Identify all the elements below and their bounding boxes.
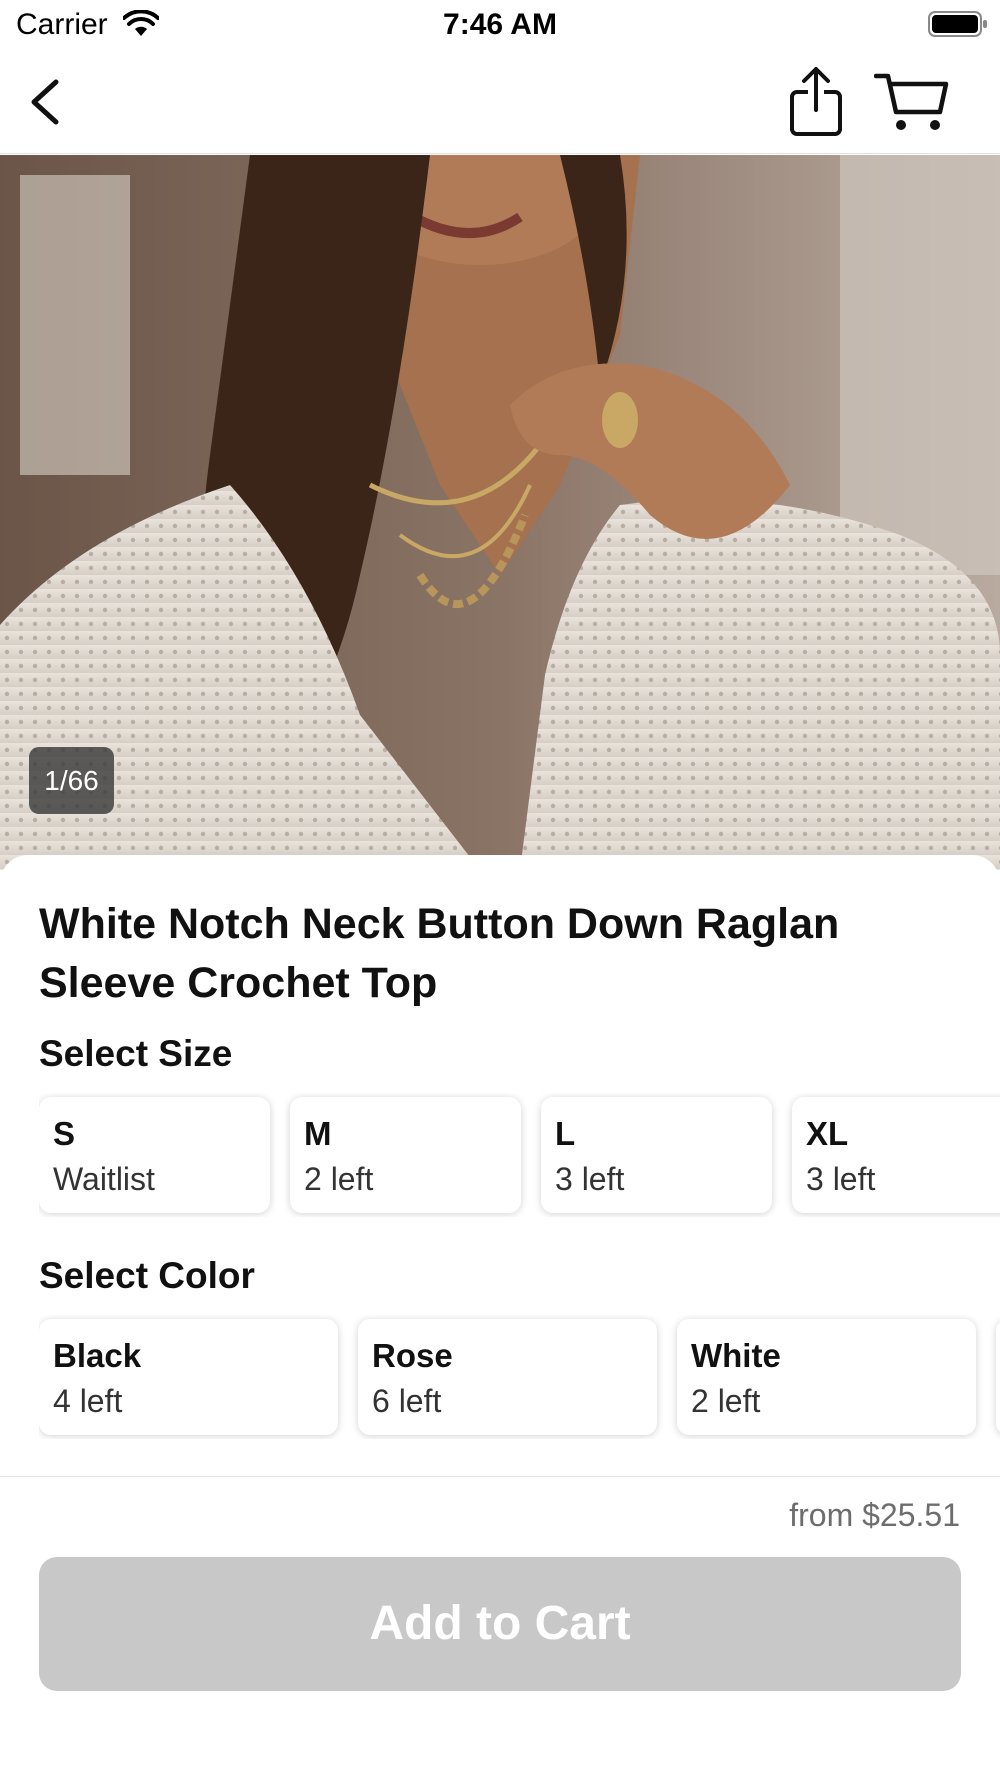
photo-counter: 1/66 <box>29 747 114 814</box>
color-stock: 6 left <box>372 1383 442 1419</box>
size-name: M <box>304 1115 332 1152</box>
nav-bar <box>0 52 1000 154</box>
size-stock: Waitlist <box>53 1161 155 1197</box>
status-bar: Carrier 7:46 AM <box>0 0 1000 50</box>
size-name: XL <box>806 1115 849 1152</box>
color-option-rose[interactable]: Rose 6 left <box>358 1319 657 1435</box>
size-options: S Waitlist M 2 left L 3 left XL 3 left <box>39 1093 1000 1217</box>
size-name: L <box>555 1115 576 1152</box>
product-detail-screen: Carrier 7:46 AM 1/66 White Notch Neck Bu… <box>0 0 1000 1778</box>
select-size-label: Select Size <box>39 1033 233 1074</box>
cart-icon[interactable] <box>874 70 950 134</box>
color-option-black[interactable]: Black 4 left <box>39 1319 338 1435</box>
size-option-l[interactable]: L 3 left <box>541 1097 772 1213</box>
price-label: from $25.51 <box>789 1497 960 1533</box>
size-stock: 3 left <box>806 1161 876 1197</box>
color-name: White <box>691 1337 781 1374</box>
add-to-cart-button[interactable]: Add to Cart <box>39 1557 961 1691</box>
product-photo <box>0 155 1000 870</box>
size-stock: 2 left <box>304 1161 374 1197</box>
status-time: 7:46 AM <box>443 8 557 41</box>
select-color-label: Select Color <box>39 1255 255 1296</box>
battery-icon <box>928 11 987 37</box>
color-name: Rose <box>372 1337 453 1374</box>
purchase-bar: from $25.51 Add to Cart <box>0 1476 1000 1778</box>
size-name: S <box>53 1115 76 1152</box>
size-option-s[interactable]: S Waitlist <box>39 1097 270 1213</box>
chevron-left-icon[interactable] <box>20 74 76 130</box>
product-details-sheet: White Notch Neck Button Down Raglan Slee… <box>0 855 1000 1475</box>
color-option-white[interactable]: White 2 left <box>677 1319 976 1435</box>
product-title: White Notch Neck Button Down Raglan Slee… <box>39 900 840 1007</box>
color-name: Black <box>53 1337 142 1374</box>
color-option-more[interactable] <box>996 1319 1000 1435</box>
color-options: Black 4 left Rose 6 left White 2 left <box>39 1315 1000 1439</box>
size-option-xl[interactable]: XL 3 left <box>792 1097 1000 1213</box>
product-image[interactable] <box>0 155 1000 870</box>
size-option-m[interactable]: M 2 left <box>290 1097 521 1213</box>
size-stock: 3 left <box>555 1161 625 1197</box>
color-stock: 4 left <box>53 1383 123 1419</box>
share-icon[interactable] <box>786 66 846 138</box>
color-stock: 2 left <box>691 1383 761 1419</box>
